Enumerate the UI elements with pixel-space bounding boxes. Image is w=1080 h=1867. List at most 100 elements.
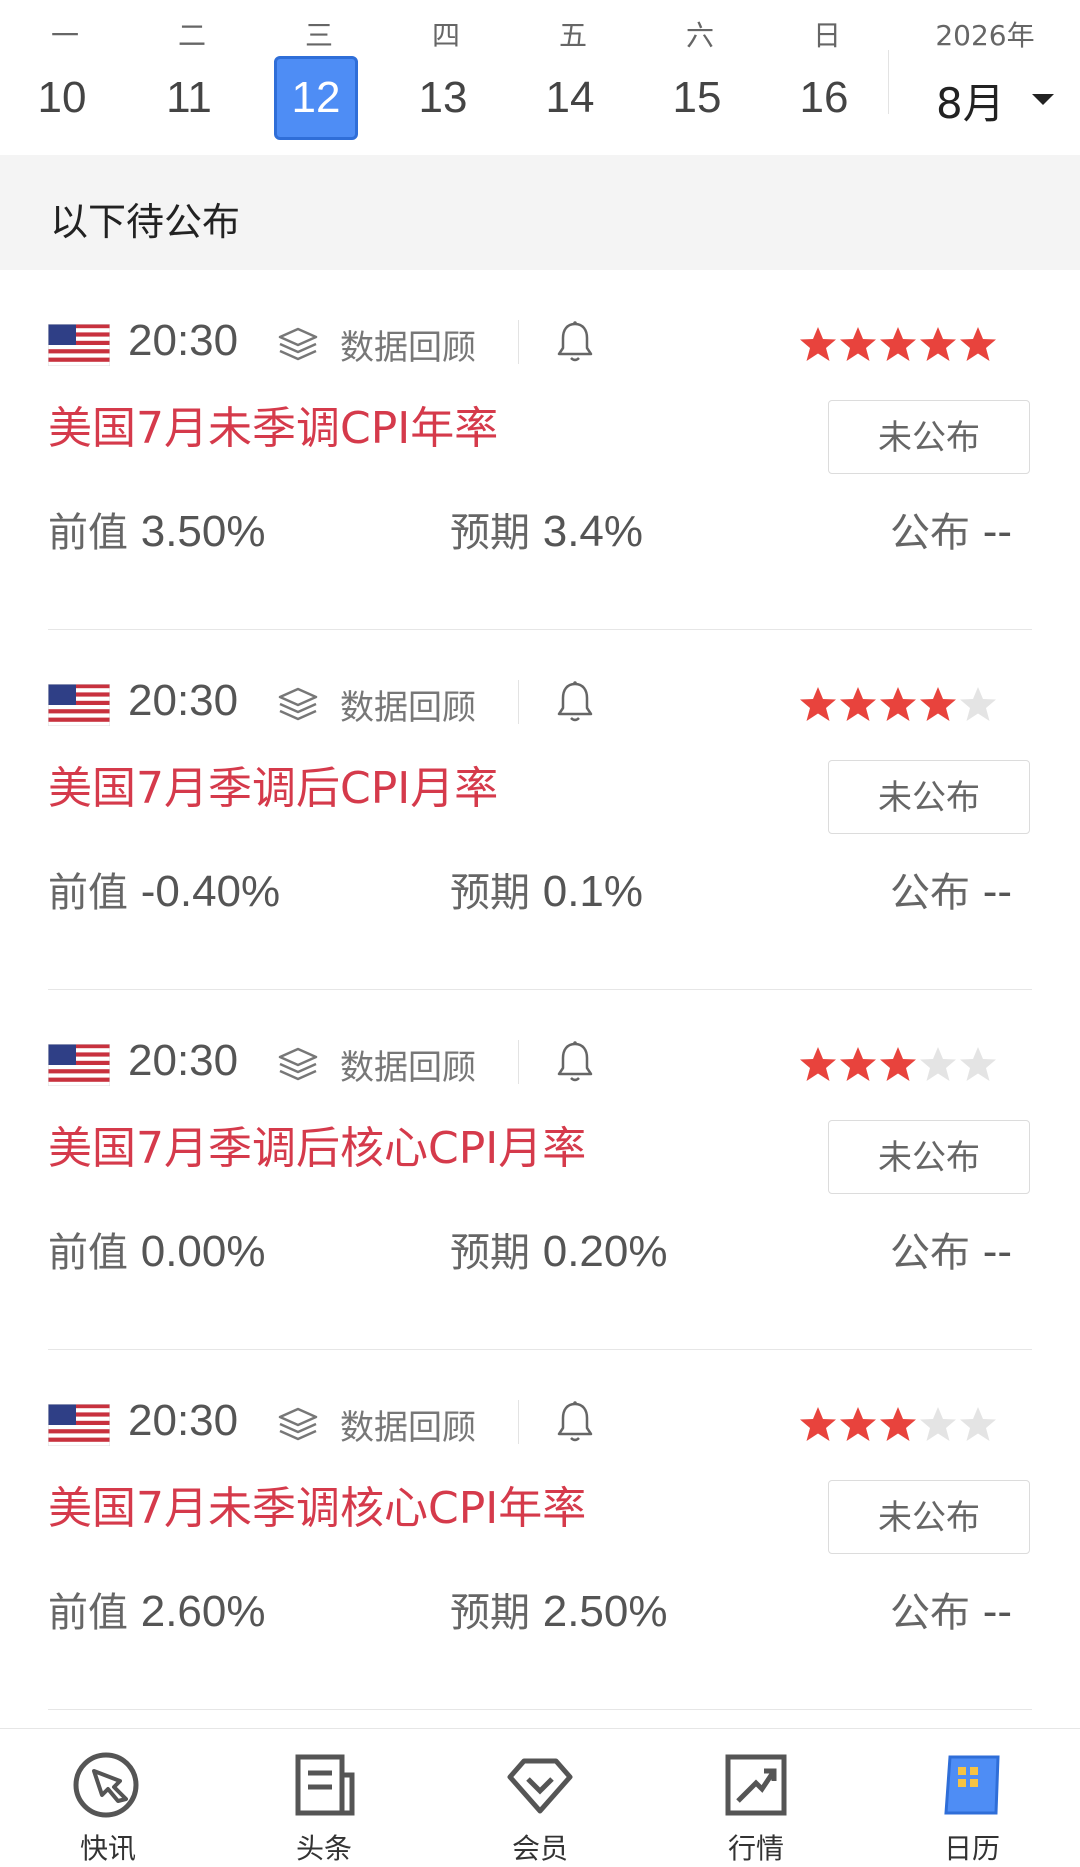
event-title[interactable]: 美国7月未季调CPI年率 <box>48 392 498 456</box>
month-picker[interactable]: 2026年 8月 <box>900 0 1080 155</box>
star-filled-icon <box>800 327 836 361</box>
expected-number: 0.1% <box>542 867 644 916</box>
star-empty-icon <box>920 1407 956 1441</box>
nav-calendar[interactable]: 日历 <box>864 1729 1080 1865</box>
importance-stars <box>798 324 1000 364</box>
event-title[interactable]: 美国7月未季调核心CPI年率 <box>48 1472 586 1536</box>
status-button[interactable]: 未公布 <box>828 1120 1030 1194</box>
star-empty-icon <box>960 1407 996 1441</box>
bell-icon[interactable] <box>556 680 594 724</box>
caret-down-icon <box>1032 94 1054 105</box>
layers-icon[interactable] <box>276 1046 320 1082</box>
bell-icon[interactable] <box>556 1040 594 1084</box>
event-time: 20:30 <box>128 1396 239 1445</box>
day-wed-selected[interactable]: 三 12 <box>264 0 374 155</box>
day-thu[interactable]: 四 13 <box>391 0 501 155</box>
previous-value: 前值 3.50% <box>48 500 265 558</box>
layers-icon[interactable] <box>276 686 320 722</box>
layers-icon[interactable] <box>276 326 320 362</box>
year-label: 2026年 <box>935 19 1035 52</box>
compass-icon <box>73 1752 139 1818</box>
data-review-link[interactable]: 数据回顾 <box>340 680 476 729</box>
month-label: 8月 <box>936 79 1005 128</box>
expected-number: 0.20% <box>542 1227 668 1276</box>
star-filled-icon <box>880 1407 916 1441</box>
event-time: 20:30 <box>128 1036 239 1085</box>
actual-number: -- <box>982 1587 1013 1636</box>
nav-member[interactable]: 会员 <box>432 1729 648 1865</box>
nav-label: 行情 <box>727 1832 784 1865</box>
bell-icon[interactable] <box>556 1400 594 1444</box>
status-button[interactable]: 未公布 <box>828 400 1030 474</box>
divider <box>518 680 519 724</box>
expected-label: 预期 <box>450 1230 530 1276</box>
data-review-link[interactable]: 数据回顾 <box>340 1040 476 1089</box>
star-filled-icon <box>840 327 876 361</box>
day-sat[interactable]: 六 15 <box>645 0 755 155</box>
previous-number: -0.40% <box>140 867 281 916</box>
importance-stars <box>798 1044 1000 1084</box>
actual-label: 公布 <box>890 510 970 556</box>
star-filled-icon <box>800 1047 836 1081</box>
previous-value: 前值 2.60% <box>48 1580 265 1638</box>
event-item[interactable]: 20:30 数据回顾 美国7月季调后CPI月率 未公布 前值 -0.40% 预期… <box>0 630 1080 990</box>
date-strip: 一 10 二 11 三 12 四 13 五 14 六 15 日 16 2026年… <box>0 0 1080 156</box>
day-sun[interactable]: 日 16 <box>772 0 882 155</box>
expected-value: 预期 0.1% <box>450 860 643 918</box>
nav-label: 会员 <box>511 1832 568 1865</box>
event-item[interactable]: 20:30 数据回顾 美国7月未季调CPI年率 未公布 前值 3.50% 预期 … <box>0 270 1080 630</box>
previous-number: 2.60% <box>140 1587 266 1636</box>
day-number: 13 <box>418 73 468 122</box>
actual-number: -- <box>982 867 1013 916</box>
nav-label: 日历 <box>943 1832 1000 1865</box>
day-mon[interactable]: 一 10 <box>10 0 120 155</box>
event-title[interactable]: 美国7月季调后核心CPI月率 <box>48 1112 586 1176</box>
bell-icon[interactable] <box>556 320 594 364</box>
divider <box>518 320 519 364</box>
chart-trend-icon <box>725 1754 787 1816</box>
day-fri[interactable]: 五 14 <box>518 0 628 155</box>
data-review-link[interactable]: 数据回顾 <box>340 320 476 369</box>
event-time: 20:30 <box>128 676 239 725</box>
divider <box>518 1400 519 1444</box>
nav-flash[interactable]: 快讯 <box>0 1729 216 1865</box>
us-flag-icon <box>48 1404 110 1446</box>
status-button[interactable]: 未公布 <box>828 760 1030 834</box>
importance-stars <box>798 684 1000 724</box>
event-title[interactable]: 美国7月季调后CPI月率 <box>48 752 498 816</box>
day-number: 10 <box>37 73 87 122</box>
calendar-icon <box>944 1755 1000 1815</box>
layers-icon[interactable] <box>276 1406 320 1442</box>
status-button[interactable]: 未公布 <box>828 1480 1030 1554</box>
actual-label: 公布 <box>890 1590 970 1636</box>
day-tue[interactable]: 二 11 <box>137 0 247 155</box>
day-number: 12 <box>274 56 358 140</box>
actual-value: 公布 -- <box>890 1220 1012 1278</box>
actual-number: -- <box>982 1227 1013 1276</box>
weekday-label: 六 <box>685 19 714 52</box>
star-filled-icon <box>880 1047 916 1081</box>
day-number: 14 <box>545 73 595 122</box>
nav-market[interactable]: 行情 <box>648 1729 864 1865</box>
event-item[interactable]: 20:30 数据回顾 美国7月季调后核心CPI月率 未公布 前值 0.00% 预… <box>0 990 1080 1350</box>
previous-label: 前值 <box>48 1230 128 1276</box>
expected-label: 预期 <box>450 510 530 556</box>
previous-label: 前值 <box>48 1590 128 1636</box>
expected-value: 预期 2.50% <box>450 1580 667 1638</box>
expected-number: 3.4% <box>542 507 644 556</box>
star-filled-icon <box>840 1047 876 1081</box>
importance-stars <box>798 1404 1000 1444</box>
nav-headline[interactable]: 头条 <box>216 1729 432 1865</box>
previous-value: 前值 -0.40% <box>48 860 280 918</box>
previous-number: 0.00% <box>140 1227 266 1276</box>
nav-label: 头条 <box>295 1832 352 1865</box>
star-filled-icon <box>880 327 916 361</box>
section-header: 以下待公布 <box>0 155 1080 270</box>
data-review-link[interactable]: 数据回顾 <box>340 1400 476 1449</box>
section-title: 以下待公布 <box>50 200 241 244</box>
event-time: 20:30 <box>128 316 239 365</box>
weekday-label: 五 <box>558 19 587 52</box>
event-item[interactable]: 20:30 数据回顾 美国7月未季调核心CPI年率 未公布 前值 2.60% 预… <box>0 1350 1080 1710</box>
divider <box>888 50 889 114</box>
star-filled-icon <box>960 327 996 361</box>
